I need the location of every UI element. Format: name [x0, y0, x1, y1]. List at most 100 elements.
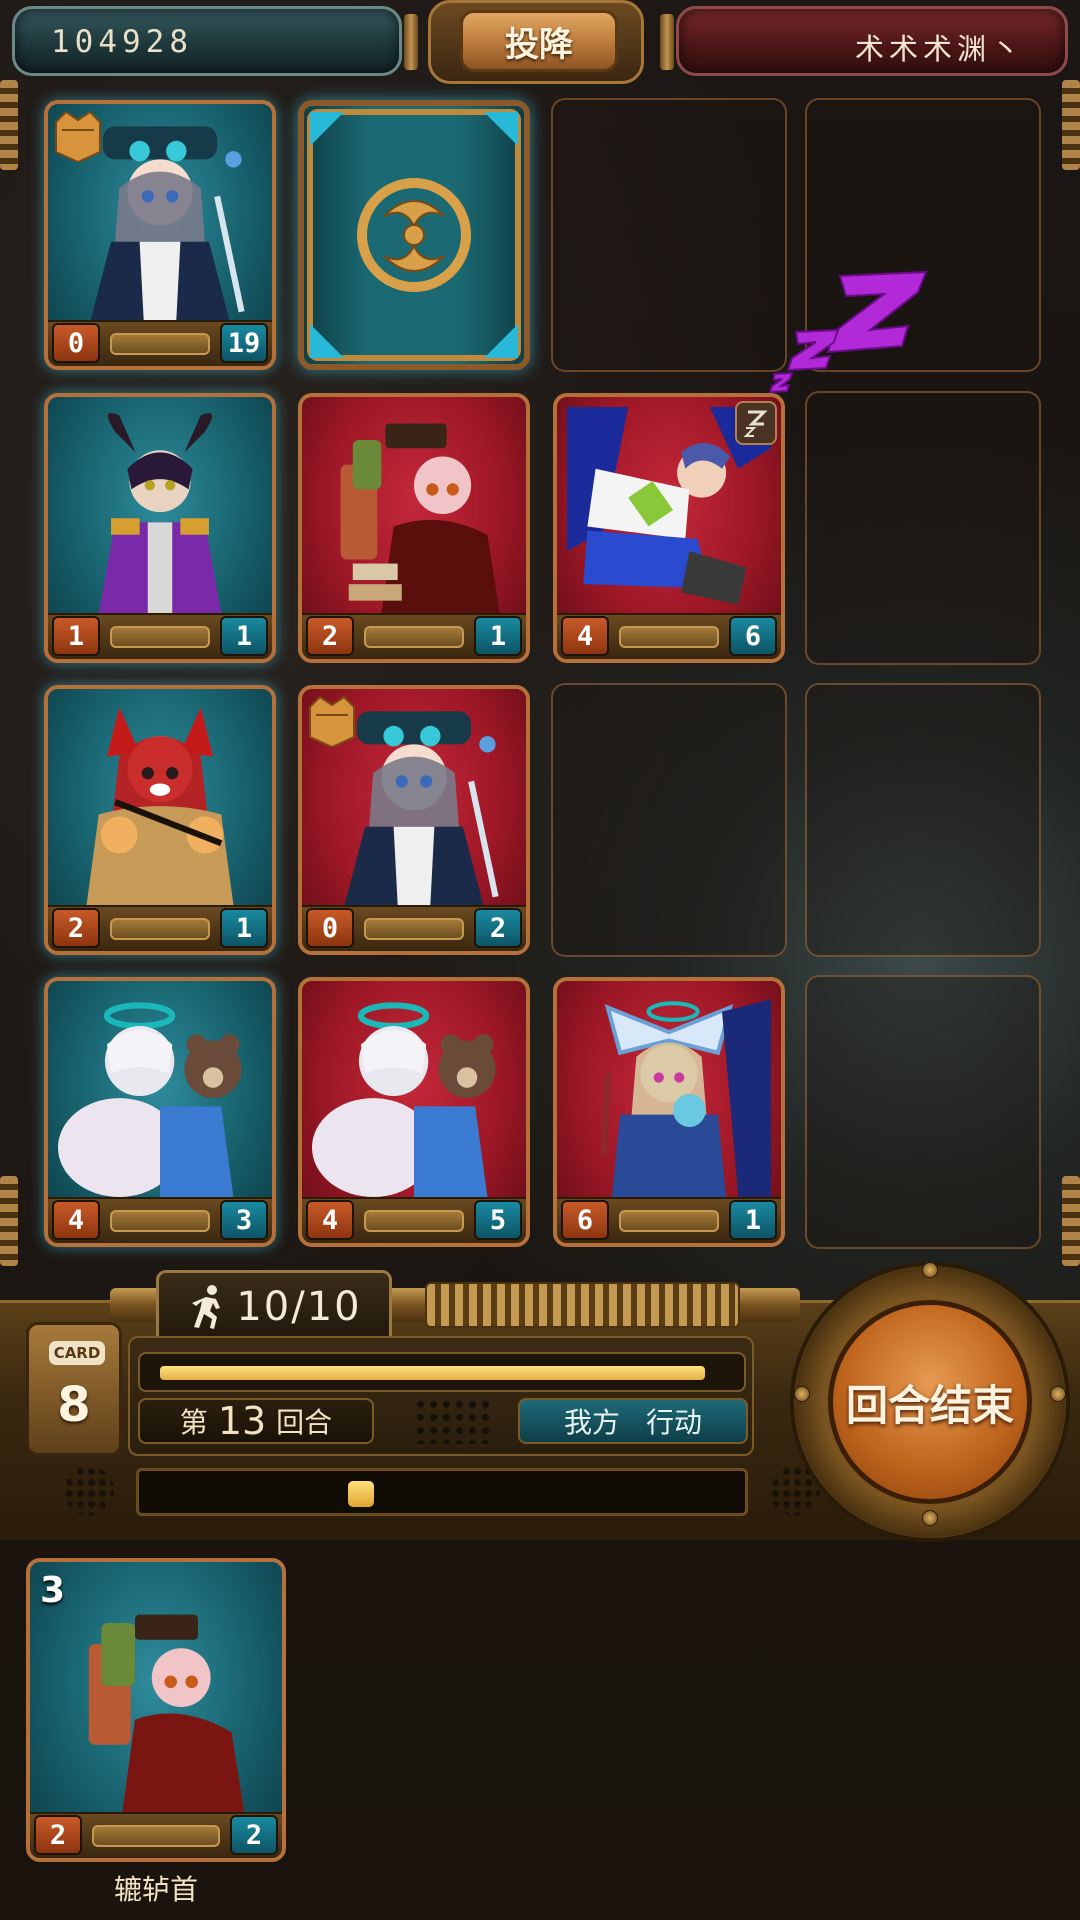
sleepy-bear-art — [58, 1002, 242, 1197]
empty-board-slot[interactable] — [805, 391, 1041, 665]
board-card[interactable]: 21 — [298, 393, 530, 663]
card-attack: 0 — [52, 323, 100, 363]
card-footer-bar — [364, 626, 464, 648]
end-turn-button[interactable]: 回合结束 — [828, 1300, 1032, 1504]
book-girl-art — [340, 423, 500, 613]
hand-card-health: 2 — [230, 1815, 278, 1855]
card-art — [312, 407, 516, 613]
hand-card[interactable]: 3 2 2 — [26, 1558, 286, 1862]
hand-card-art — [40, 1602, 272, 1812]
left-speaker-grille — [64, 1466, 114, 1516]
board-card[interactable]: 43 — [44, 977, 276, 1247]
card-health: 2 — [474, 908, 522, 948]
card-footer: 61 — [557, 1197, 781, 1243]
opponent-name: 术术术渊丶 — [854, 32, 1025, 66]
crown-icon — [309, 695, 355, 747]
card-health: 1 — [220, 616, 268, 656]
surrender-button[interactable]: 投降 — [460, 10, 618, 72]
card-footer-bar — [110, 1210, 210, 1232]
card-health: 19 — [220, 323, 268, 363]
round-prefix: 第 — [179, 1406, 208, 1439]
board-card[interactable]: 0 19 — [44, 100, 276, 370]
card-footer: 46 — [557, 613, 781, 659]
board-card[interactable]: 11 — [44, 393, 276, 663]
turn-progress-bar — [138, 1352, 746, 1392]
card-art — [312, 991, 516, 1197]
card-back[interactable] — [298, 100, 530, 370]
speaker-grille — [414, 1398, 490, 1444]
action-points-display: 10/10 — [156, 1270, 392, 1344]
round-indicator: 第 13 回合 — [138, 1398, 374, 1444]
deck-counter[interactable]: CARD 8 — [26, 1322, 122, 1456]
book-girl-art — [88, 1614, 245, 1812]
card-attack: 2 — [306, 616, 354, 656]
phase-indicator: 我方 行动 — [518, 1398, 748, 1444]
bow-girl-art — [600, 999, 771, 1197]
card-health: 1 — [474, 616, 522, 656]
card-art — [567, 991, 771, 1197]
deck-count: 8 — [57, 1377, 91, 1433]
board-card[interactable]: 45 — [298, 977, 530, 1247]
empty-board-slot[interactable] — [551, 98, 787, 372]
card-health: 1 — [729, 1200, 777, 1240]
empty-board-slot[interactable] — [805, 683, 1041, 957]
card-footer-bar — [364, 1210, 464, 1232]
empty-board-slot[interactable] — [805, 975, 1041, 1249]
card-attack: 0 — [306, 908, 354, 948]
right-gear-decoration-lower — [1062, 1176, 1080, 1266]
opponent-name-plate: 术术术渊丶 — [676, 6, 1068, 76]
card-footer: 0 19 — [48, 320, 272, 366]
card-health: 5 — [474, 1200, 522, 1240]
turn-progress-fill — [160, 1366, 706, 1380]
bolt — [1050, 1386, 1066, 1402]
card-back-emblem-icon — [307, 109, 521, 361]
card-footer: 21 — [302, 613, 526, 659]
board-card[interactable]: 61 — [553, 977, 785, 1247]
card-attack: 2 — [52, 908, 100, 948]
horned-boy-art — [98, 413, 222, 613]
sleepy-bear-art — [312, 1002, 496, 1197]
card-attack: 1 — [52, 616, 100, 656]
card-attack: 4 — [561, 616, 609, 656]
bolt — [922, 1262, 938, 1278]
card-art — [58, 699, 262, 905]
card-attack: 6 — [561, 1200, 609, 1240]
hand-card-cost: 3 — [40, 1570, 66, 1611]
empty-board-slot[interactable] — [551, 683, 787, 957]
fox-girl-art — [86, 707, 234, 905]
hand-card-footer: 2 2 — [30, 1812, 282, 1858]
right-gear-decoration — [1062, 80, 1080, 170]
sleep-z-icon — [768, 270, 928, 394]
round-number: 13 — [217, 1399, 267, 1443]
phase-side: 我方 — [563, 1406, 620, 1439]
board-card[interactable]: 21 — [44, 685, 276, 955]
crown-icon — [55, 110, 101, 162]
rivet — [660, 14, 674, 70]
card-footer: 02 — [302, 905, 526, 951]
card-footer-bar — [364, 918, 464, 940]
turn-timer-bar — [136, 1468, 748, 1516]
hand-card-attack: 2 — [34, 1815, 82, 1855]
card-footer-bar — [619, 1210, 719, 1232]
card-art — [58, 407, 262, 613]
board-card[interactable]: 02 — [298, 685, 530, 955]
deck-label: CARD — [49, 1341, 105, 1365]
card-health: 6 — [729, 616, 777, 656]
card-footer-bar — [110, 626, 210, 648]
spring-decoration — [425, 1282, 740, 1328]
running-man-icon — [192, 1285, 221, 1329]
card-footer-bar — [92, 1825, 220, 1847]
turn-timer-knob — [347, 1481, 374, 1507]
bolt — [922, 1510, 938, 1526]
score-value: 104928 — [51, 24, 193, 60]
score-display: 104928 — [12, 6, 402, 76]
board-card[interactable]: 46 — [553, 393, 785, 663]
card-footer-bar — [619, 626, 719, 648]
action-points-value: 10/10 — [236, 1284, 362, 1330]
left-gear-decoration — [0, 80, 18, 170]
card-art — [58, 991, 262, 1197]
card-health: 3 — [220, 1200, 268, 1240]
left-gear-decoration-lower — [0, 1176, 18, 1266]
card-footer: 11 — [48, 613, 272, 659]
card-attack: 4 — [306, 1200, 354, 1240]
